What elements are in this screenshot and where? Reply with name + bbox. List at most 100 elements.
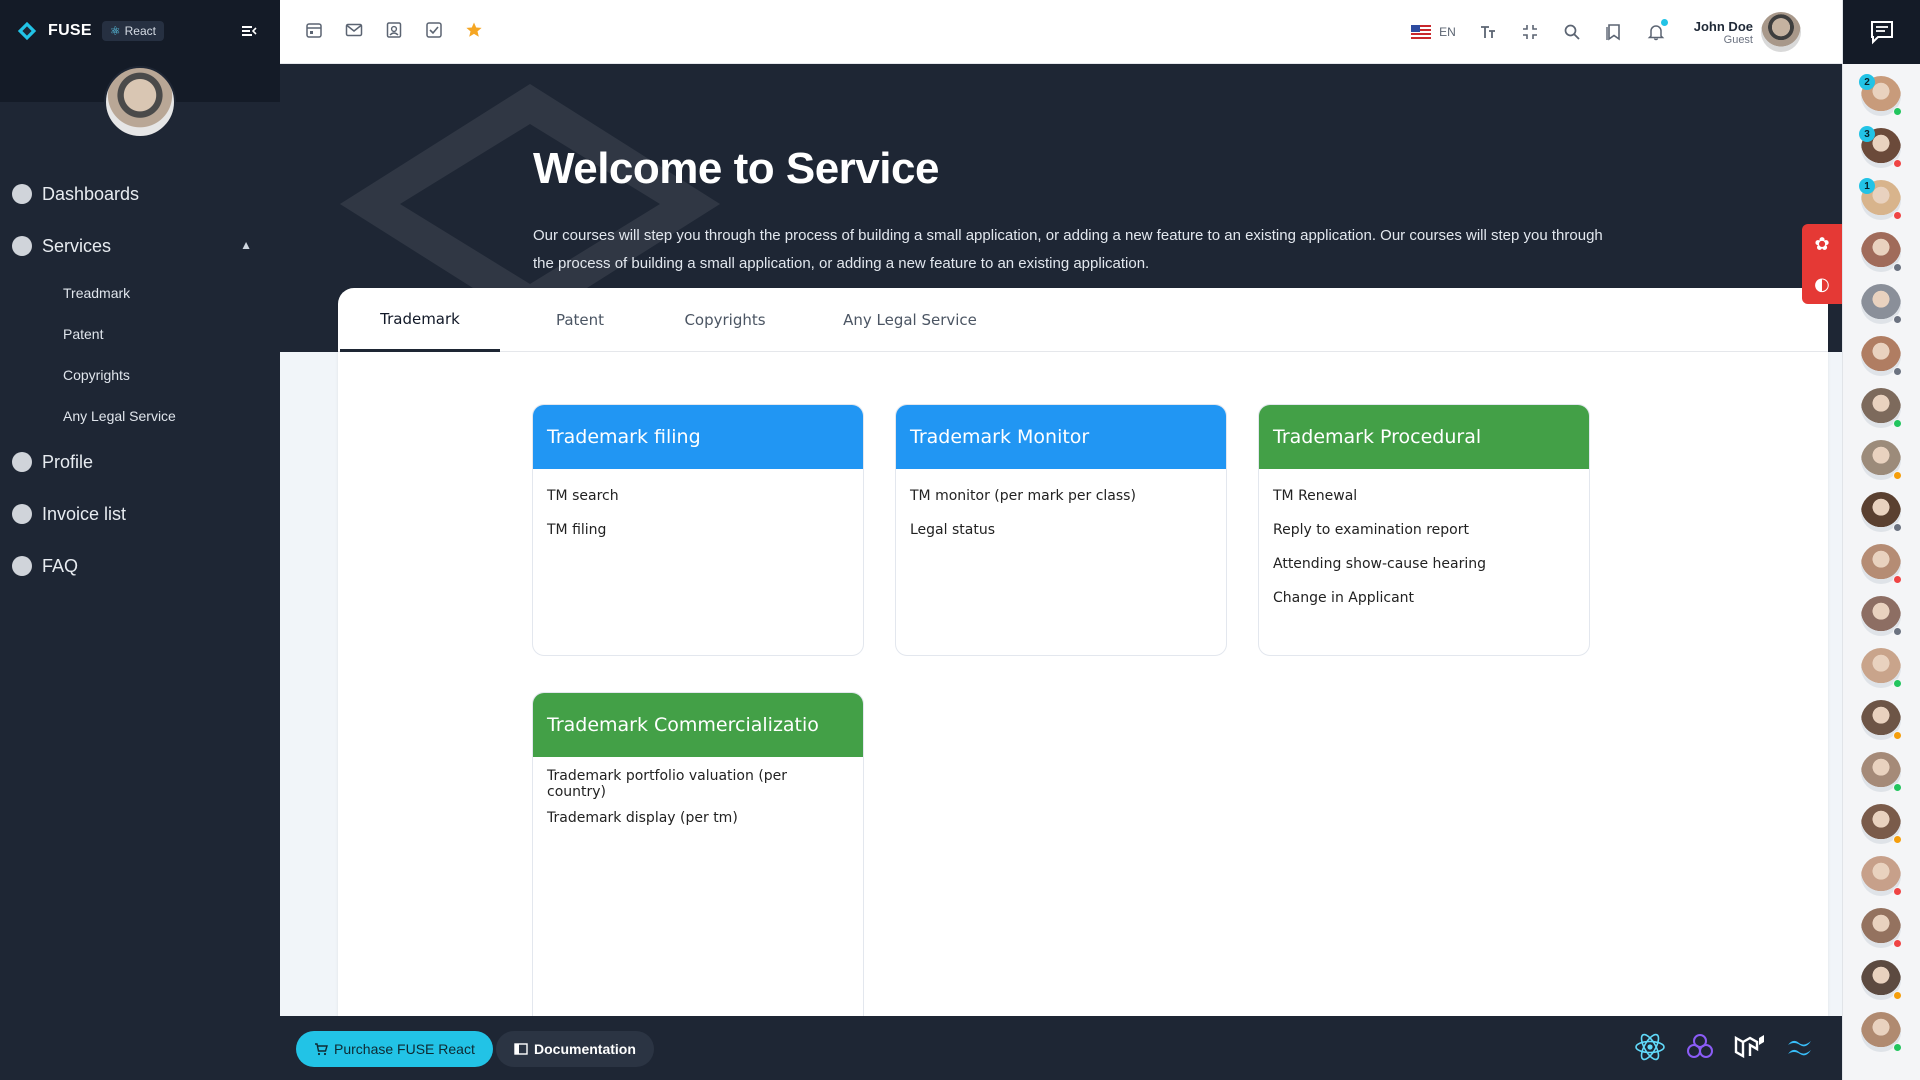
contact-avatar[interactable]: 3 (1859, 126, 1902, 168)
nav-item-services[interactable]: Services ▲ (0, 220, 280, 272)
user-info: John Doe Guest (1694, 19, 1753, 46)
contact-avatar[interactable] (1861, 700, 1902, 740)
font-size-icon[interactable] (1478, 22, 1498, 42)
card-item: Legal status (910, 522, 995, 538)
contact-avatar[interactable] (1861, 440, 1902, 480)
chat-icon (1870, 21, 1893, 45)
contact-avatar[interactable] (1861, 544, 1902, 584)
contact-avatar[interactable]: 1 (1859, 178, 1902, 220)
status-dot (1893, 783, 1902, 792)
notifications-icon[interactable] (1646, 19, 1668, 42)
tailwind-icon[interactable] (1783, 1030, 1817, 1064)
brand-name: FUSE (48, 22, 92, 39)
status-dot (1893, 679, 1902, 688)
unread-badge: 1 (1859, 178, 1875, 194)
contact-avatar[interactable] (1861, 752, 1902, 792)
fullscreen-exit-icon[interactable] (1520, 22, 1540, 42)
nav-item-dashboards[interactable]: Dashboards (0, 168, 280, 220)
status-dot (1893, 159, 1902, 168)
theme-palette-icon[interactable]: ◐ (1814, 274, 1830, 295)
contact-list: 2 3 1 (1843, 64, 1920, 1052)
contact-avatar[interactable] (1861, 648, 1902, 688)
contact-avatar[interactable] (1861, 336, 1902, 376)
contact-avatar[interactable] (1861, 1012, 1902, 1052)
card-items: TM Renewal Reply to examination report A… (1259, 469, 1589, 625)
chevron-up-icon: ▲ (240, 238, 252, 252)
contact-avatar[interactable] (1861, 960, 1902, 1000)
nav-label: Profile (42, 451, 94, 472)
chat-toggle[interactable] (1843, 0, 1920, 64)
nav-subitem-treadmark[interactable]: Treadmark (0, 272, 280, 313)
tab-trademark[interactable]: Trademark (340, 288, 500, 352)
contact-avatar[interactable] (1861, 232, 1902, 272)
tech-logos (1633, 1030, 1817, 1064)
react-icon: ⚛ (109, 24, 121, 38)
page-title: Welcome to Service (533, 144, 939, 193)
contact-avatar[interactable] (1861, 908, 1902, 948)
unread-badge: 2 (1859, 74, 1875, 90)
mail-icon[interactable] (344, 20, 364, 40)
sidebar-avatar[interactable] (104, 66, 176, 138)
service-card-trademark-monitor[interactable]: Trademark Monitor TM monitor (per mark p… (895, 404, 1227, 656)
tab-patent[interactable]: Patent (500, 288, 660, 352)
card-title: Trademark Monitor (896, 405, 1226, 469)
card-item: TM filing (547, 522, 607, 538)
purchase-button[interactable]: Purchase FUSE React (296, 1031, 493, 1067)
sidebar: FUSE ⚛ React Dashboards Services ▲ Tread… (0, 0, 280, 1080)
nav-item-faq[interactable]: FAQ (0, 540, 280, 592)
service-tabs: Trademark Patent Copyrights Any Legal Se… (338, 288, 1828, 352)
nav-subitem-any-legal-service[interactable]: Any Legal Service (0, 395, 280, 436)
react-icon[interactable] (1633, 1030, 1667, 1064)
tasks-icon[interactable] (424, 20, 444, 40)
status-dot (1893, 1043, 1902, 1052)
search-icon[interactable] (1562, 22, 1582, 42)
unread-badge: 3 (1859, 126, 1875, 142)
contact-avatar[interactable] (1861, 284, 1902, 324)
mui-icon[interactable] (1733, 1030, 1767, 1064)
user-menu[interactable]: John Doe Guest (1694, 12, 1801, 52)
contacts-icon[interactable] (384, 20, 404, 40)
service-card-trademark-procedural[interactable]: Trademark Procedural TM Renewal Reply to… (1258, 404, 1590, 656)
nav-item-profile[interactable]: Profile (0, 436, 280, 488)
nav-subitem-patent[interactable]: Patent (0, 313, 280, 354)
settings-cog-icon[interactable]: ✿ (1814, 234, 1829, 255)
documentation-button[interactable]: Documentation (496, 1031, 654, 1067)
bottom-bar: Purchase FUSE React Documentation (280, 1016, 1843, 1080)
card-item: TM Renewal (1273, 488, 1358, 504)
brand[interactable]: FUSE ⚛ React (16, 20, 164, 42)
notification-badge (1660, 19, 1668, 26)
faq-icon (12, 556, 32, 576)
star-icon[interactable] (464, 20, 484, 40)
tab-any-legal-service[interactable]: Any Legal Service (790, 288, 1030, 352)
tab-copyrights[interactable]: Copyrights (660, 288, 790, 352)
status-dot (1893, 211, 1902, 220)
calendar-icon[interactable] (304, 20, 324, 40)
service-card-trademark-commercialization[interactable]: Trademark Commercializatio Trademark por… (532, 692, 864, 1032)
sidebar-header: FUSE ⚛ React (0, 0, 280, 138)
language-switcher[interactable]: EN (1411, 25, 1456, 39)
bookmarks-icon[interactable] (1604, 22, 1624, 42)
contact-avatar[interactable] (1861, 388, 1902, 428)
contact-avatar[interactable] (1861, 856, 1902, 896)
nav-item-invoice-list[interactable]: Invoice list (0, 488, 280, 540)
nav-subitem-copyrights[interactable]: Copyrights (0, 354, 280, 395)
status-dot (1893, 731, 1902, 740)
nav-list: Dashboards Services ▲ Treadmark Patent C… (0, 168, 280, 592)
status-dot (1893, 575, 1902, 584)
nav-label: FAQ (42, 555, 79, 576)
menu-collapse-icon[interactable] (240, 22, 258, 40)
service-card-trademark-filing[interactable]: Trademark filing TM search TM filing (532, 404, 864, 656)
contact-avatar[interactable] (1861, 596, 1902, 636)
contact-avatar[interactable] (1861, 492, 1902, 532)
card-items: TM monitor (per mark per class) Legal st… (896, 469, 1226, 557)
purchase-label: Purchase FUSE React (334, 1041, 475, 1057)
contact-avatar[interactable]: 2 (1859, 74, 1902, 116)
status-dot (1893, 627, 1902, 636)
status-dot (1893, 835, 1902, 844)
redux-icon[interactable] (1683, 1030, 1717, 1064)
contact-avatar[interactable] (1861, 804, 1902, 844)
fuse-logo-icon (17, 21, 37, 41)
settings-panel-tab: ✿ ◐ (1802, 224, 1842, 304)
card-item: Trademark portfolio valuation (per count… (547, 768, 788, 800)
page-description: Our courses will step you through the pr… (533, 227, 1603, 272)
